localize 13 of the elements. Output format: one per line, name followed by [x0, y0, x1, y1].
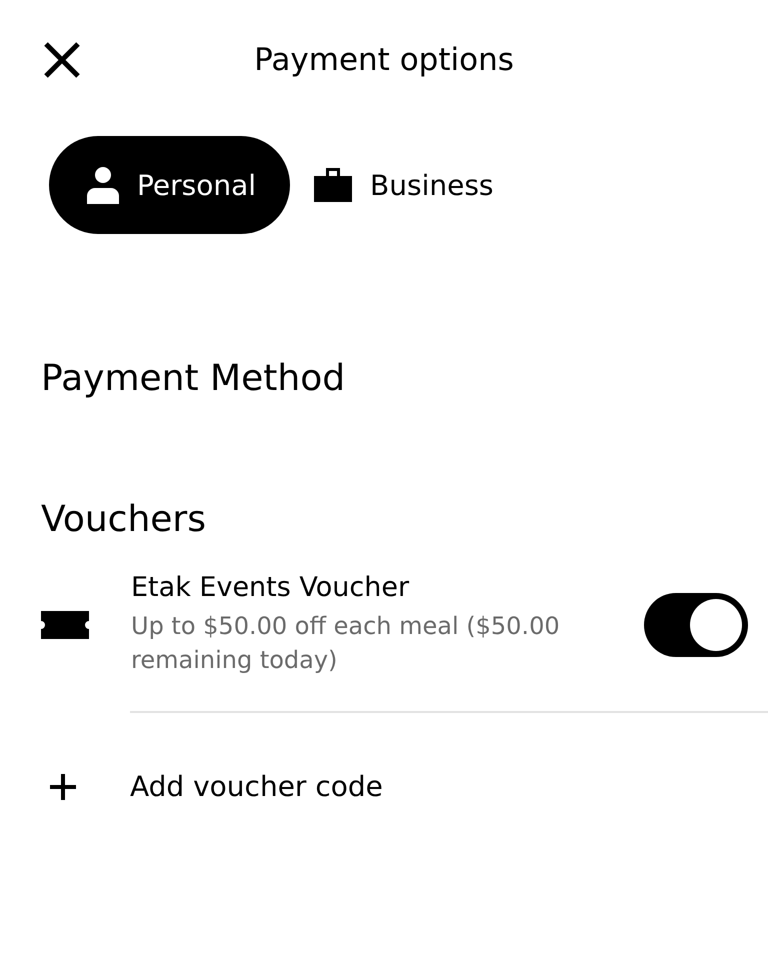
briefcase-icon [314, 168, 352, 202]
page-title: Payment options [254, 42, 514, 78]
person-icon [87, 166, 119, 204]
tab[interactable]: Personal [49, 136, 290, 234]
close-icon [43, 41, 81, 79]
ticket-icon [41, 610, 89, 638]
add-voucher-button[interactable]: Add voucher code [0, 769, 389, 804]
section-heading: Payment Method [41, 358, 346, 399]
section-heading: Vouchers [41, 499, 206, 540]
tab[interactable]: Business [300, 136, 528, 234]
plus-icon [48, 772, 78, 802]
voucher-description: Up to $50.00 off each meal ($50.00 remaining today) [131, 611, 561, 676]
voucher-title: Etak Events Voucher [131, 572, 410, 603]
